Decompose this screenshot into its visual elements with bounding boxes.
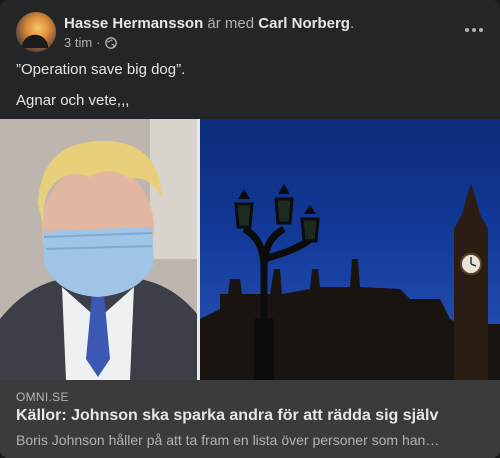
- with-text: är med: [203, 14, 259, 32]
- westminster-illustration: [200, 184, 500, 380]
- globe-icon[interactable]: [104, 36, 117, 49]
- time-separator: ·: [96, 34, 101, 50]
- post-text-line: ”Operation save big dog”.: [16, 61, 186, 78]
- post-meta: Hasse Hermansson är med Carl Norberg. 3 …: [64, 14, 354, 51]
- tagged-name[interactable]: Carl Norberg: [258, 15, 350, 32]
- portrait-illustration: [0, 119, 197, 380]
- post-header: Hasse Hermansson är med Carl Norberg. 3 …: [16, 12, 484, 52]
- post-text: ”Operation save big dog”. Agnar och vete…: [16, 60, 484, 122]
- more-dot: [479, 28, 483, 32]
- author-line: Hasse Hermansson är med Carl Norberg.: [64, 14, 354, 33]
- author-name[interactable]: Hasse Hermansson: [64, 15, 203, 32]
- link-preview[interactable]: OMNI.SE Källor: Johnson ska sparka andra…: [0, 380, 500, 458]
- link-title[interactable]: Källor: Johnson ska sparka andra för att…: [16, 407, 488, 425]
- more-dot: [465, 28, 469, 32]
- tagged-suffix: .: [349, 14, 355, 32]
- link-domain: OMNI.SE: [16, 390, 69, 404]
- more-dot: [472, 28, 476, 32]
- author-avatar[interactable]: [16, 12, 56, 52]
- post-subline: 3 tim ·: [64, 35, 354, 51]
- link-description: Boris Johnson håller på att ta fram en l…: [16, 432, 440, 448]
- post-card: Hasse Hermansson är med Carl Norberg. 3 …: [0, 0, 500, 458]
- post-text-line: Agnar och vete,,,: [16, 92, 130, 109]
- portrait-image: [0, 119, 197, 380]
- post-time[interactable]: 3 tim: [64, 35, 92, 51]
- link-image[interactable]: [0, 119, 500, 380]
- more-options-icon[interactable]: [460, 18, 488, 42]
- westminster-image: [200, 119, 500, 380]
